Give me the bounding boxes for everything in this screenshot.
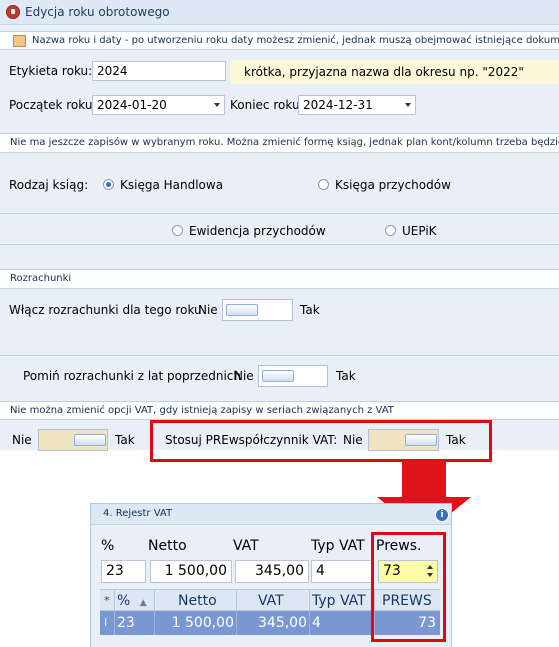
info-icon[interactable]: i — [435, 508, 449, 522]
book-kind-label: Rodzaj ksiąg: — [9, 178, 89, 192]
vat-register-header: 4. Rejestr VAT i — [91, 504, 451, 525]
start-date-picker[interactable]: 2024-01-20 — [92, 95, 225, 115]
vat-register-title: 4. Rejestr VAT — [103, 508, 173, 519]
app-icon — [6, 5, 20, 19]
skip-settlements-label: Pomiń rozrachunki z lat poprzednich — [23, 369, 241, 383]
column-separator — [236, 590, 237, 612]
cell-vat-type[interactable]: 4 — [312, 611, 321, 635]
column-header-vat-type[interactable]: Typ VAT — [312, 590, 366, 612]
enable-settlements-label: Włącz rozrachunki dla tego roku — [9, 303, 202, 317]
toggle-no-label: Nie — [234, 369, 254, 383]
vat-toggle[interactable] — [38, 429, 108, 451]
year-name-label: Etykieta roku: — [9, 64, 93, 78]
end-date-label: Koniec roku — [230, 98, 300, 112]
radio-icon[interactable] — [385, 225, 396, 236]
calendar-icon — [13, 35, 26, 47]
column-header-label: % — [117, 593, 131, 609]
netto-field-label: Netto — [148, 538, 187, 554]
new-row-marker: * — [104, 594, 110, 607]
book-option-label: UEPiK — [402, 224, 437, 238]
divider — [0, 244, 559, 245]
enable-settlements-toggle[interactable] — [222, 299, 293, 321]
vat-section-info: Nie można zmienić opcji VAT, gdy istniej… — [10, 405, 394, 416]
chevron-down-icon[interactable] — [405, 103, 411, 107]
end-date-picker[interactable]: 2024-12-31 — [298, 95, 416, 115]
toggle-no-label: Nie — [12, 433, 32, 447]
column-header-vat[interactable]: VAT — [258, 590, 284, 612]
toggle-yes-label: Tak — [115, 433, 135, 447]
highlight-box — [150, 420, 492, 462]
divider — [0, 213, 559, 214]
start-date-label: Początek roku — [9, 98, 93, 112]
toggle-yes-label: Tak — [300, 303, 320, 317]
window-title: Edycja roku obrotowego — [25, 5, 170, 19]
radio-icon[interactable] — [172, 225, 183, 236]
chevron-down-icon[interactable] — [214, 103, 220, 107]
column-separator — [114, 611, 115, 635]
books-section-info: Nie ma jeszcze zapisów w wybranym roku. … — [10, 137, 559, 148]
vat-input[interactable]: 345,00 — [235, 560, 309, 583]
year-name-input[interactable]: 2024 — [92, 61, 226, 81]
column-separator — [309, 590, 310, 612]
vat-type-input[interactable]: 4 — [311, 560, 374, 583]
toggle-knob[interactable] — [74, 434, 106, 446]
year-name-hint: krótka, przyjazna nazwa dla okresu np. "… — [230, 60, 559, 84]
row-cursor-marker: I — [104, 616, 108, 629]
start-date-value: 2024-01-20 — [97, 98, 167, 112]
vat-type-field-label: Typ VAT — [311, 538, 365, 554]
percent-input[interactable]: 23 — [101, 560, 146, 583]
percent-field-label: % — [101, 538, 115, 554]
column-separator — [309, 611, 310, 635]
dates-section-header: Nazwa roku i daty - po utworzeniu roku d… — [0, 31, 559, 50]
column-separator — [114, 590, 115, 612]
column-header-netto[interactable]: Netto — [178, 590, 217, 612]
vat-section-header: Nie można zmienić opcji VAT, gdy istniej… — [0, 401, 559, 420]
radio-icon[interactable] — [318, 179, 329, 190]
cell-netto[interactable]: 1 500,00 — [172, 611, 234, 635]
toggle-knob[interactable] — [226, 304, 258, 316]
prews-highlight-box — [371, 532, 446, 642]
settlements-section-header: Rozrachunki — [0, 269, 559, 289]
arrow-shaft — [402, 460, 446, 498]
netto-input[interactable]: 1 500,00 — [150, 560, 232, 583]
book-option-label: Księga przychodów — [335, 178, 451, 192]
cell-vat[interactable]: 345,00 — [258, 611, 307, 635]
cell-percent[interactable]: 23 — [117, 611, 135, 635]
toggle-knob[interactable] — [262, 370, 294, 382]
end-date-value: 2024-12-31 — [303, 98, 373, 112]
radio-selected-icon[interactable] — [103, 179, 114, 190]
divider — [0, 355, 559, 356]
books-section-header: Nie ma jeszcze zapisów w wybranym roku. … — [0, 133, 559, 153]
book-option-label: Księga Handlowa — [120, 178, 224, 192]
skip-settlements-toggle[interactable] — [258, 365, 328, 387]
sort-ascending-icon[interactable]: ▲ — [140, 598, 147, 608]
toggle-yes-label: Tak — [336, 369, 356, 383]
vat-field-label: VAT — [233, 538, 259, 554]
column-separator — [154, 611, 155, 635]
settlements-section-title: Rozrachunki — [10, 273, 72, 284]
dates-section-info: Nazwa roku i daty - po utworzeniu roku d… — [32, 35, 559, 46]
book-option-label: Ewidencja przychodów — [189, 224, 326, 238]
column-separator — [236, 611, 237, 635]
column-separator — [154, 590, 155, 612]
title-bar: Edycja roku obrotowego — [0, 0, 559, 25]
toggle-no-label: Nie — [198, 303, 218, 317]
